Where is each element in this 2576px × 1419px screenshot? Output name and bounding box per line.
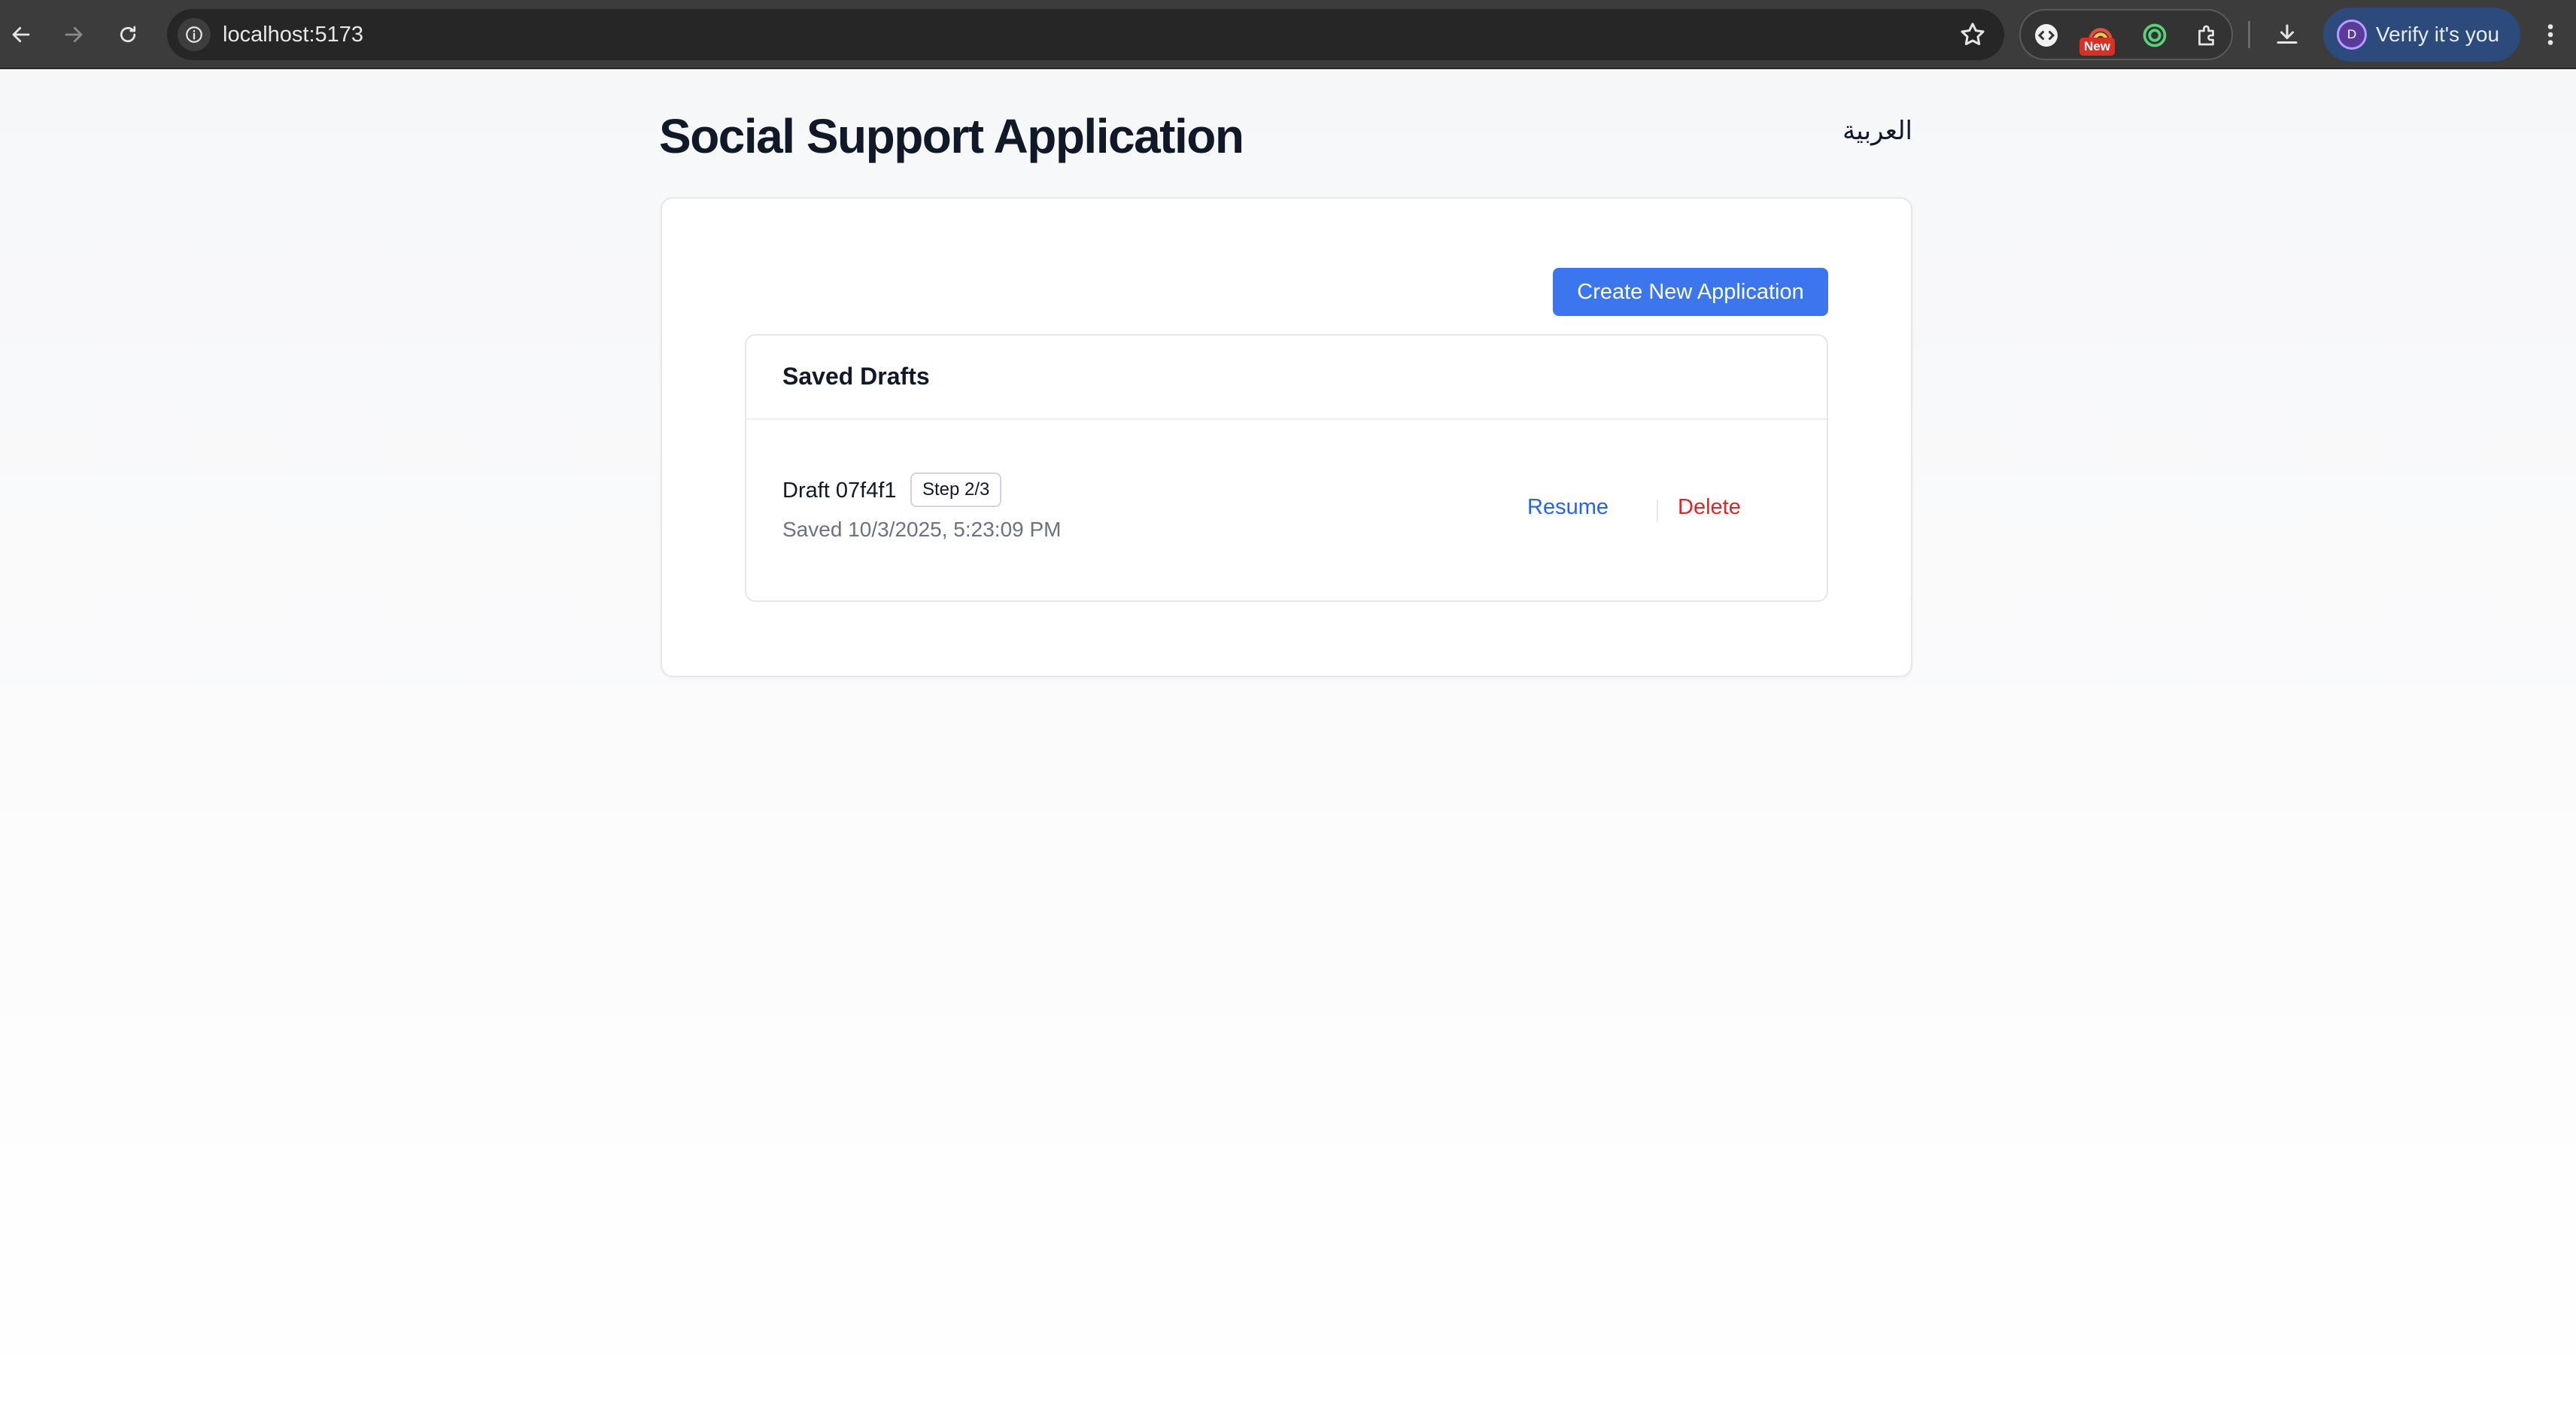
reload-button[interactable]: [110, 17, 146, 53]
arrow-left-icon: [12, 26, 30, 43]
reload-icon: [120, 26, 136, 43]
browser-toolbar: localhost:5173 New D Verify it's you: [0, 0, 2576, 69]
downloads-button[interactable]: [2269, 17, 2305, 53]
devtools-extension-icon[interactable]: [2030, 19, 2063, 52]
browser-menu-button[interactable]: [2535, 17, 2565, 53]
forward-button[interactable]: [56, 17, 92, 53]
action-divider: [1657, 500, 1658, 522]
step-badge: Step 2/3: [910, 472, 1002, 507]
new-badge: New: [2079, 38, 2115, 56]
draft-saved-timestamp: Saved 10/3/2025, 5:23:09 PM: [782, 518, 1062, 541]
page-title: Social Support Application: [659, 109, 1244, 163]
puzzle-extensions-icon[interactable]: [2191, 19, 2224, 52]
page-content: Social Support Application العربية Creat…: [0, 71, 2576, 1419]
main-card: Create New Application Saved Drafts Draf…: [661, 197, 1912, 677]
resume-button[interactable]: Resume: [1527, 495, 1608, 520]
profile-button[interactable]: D Verify it's you: [2323, 8, 2520, 62]
profile-label: Verify it's you: [2376, 23, 2500, 46]
arrow-right-icon: [65, 26, 83, 43]
target-extension-icon[interactable]: [2138, 19, 2171, 52]
site-info-icon[interactable]: [178, 18, 211, 51]
address-bar[interactable]: localhost:5173: [167, 9, 2004, 60]
language-toggle[interactable]: العربية: [1821, 116, 1912, 146]
toolbar-divider: [2248, 21, 2250, 48]
draft-item: Draft 07f4f1 Step 2/3 Saved 10/3/2025, 5…: [746, 420, 1827, 602]
draft-name: Draft 07f4f1: [782, 479, 897, 503]
avatar: D: [2337, 20, 2367, 50]
create-application-button[interactable]: Create New Application: [1553, 268, 1828, 316]
download-icon: [2277, 24, 2298, 44]
kebab-menu-icon: [2547, 24, 2553, 45]
saved-drafts-title: Saved Drafts: [746, 336, 1827, 420]
url-text[interactable]: localhost:5173: [223, 9, 363, 60]
extensions-group: New: [2019, 9, 2233, 60]
back-button[interactable]: [3, 17, 39, 53]
delete-button[interactable]: Delete: [1678, 495, 1741, 520]
bookmark-star-icon[interactable]: [1958, 20, 1988, 50]
saved-drafts-panel: Saved Drafts Draft 07f4f1 Step 2/3 Saved…: [745, 334, 1828, 602]
